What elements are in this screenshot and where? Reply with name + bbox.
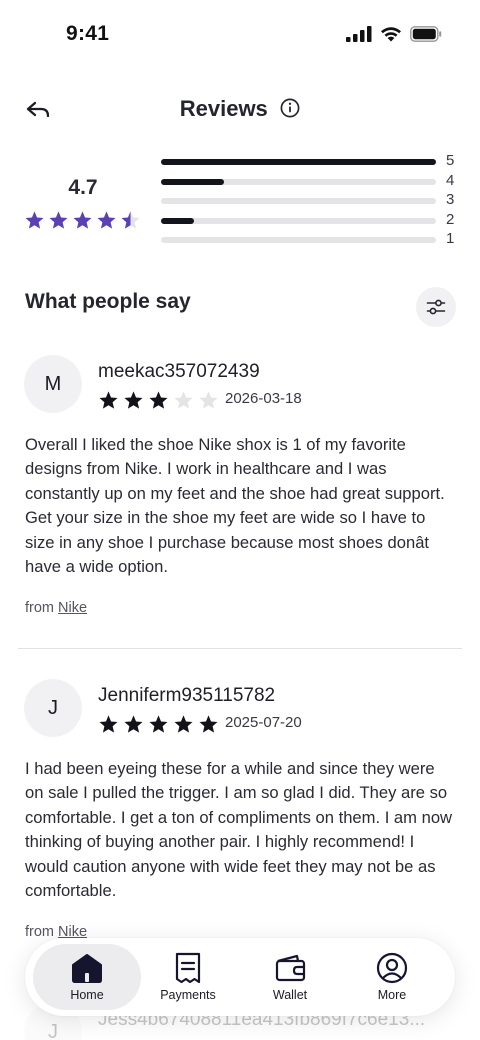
section-header: What people say — [0, 285, 480, 329]
star-icon — [149, 391, 168, 409]
status-bar: 9:41 — [0, 0, 480, 70]
rating-bar-track — [161, 217, 436, 224]
home-icon — [72, 954, 102, 983]
star-icon — [124, 715, 143, 733]
rating-bar-label: 1 — [446, 230, 455, 247]
review-stars — [98, 714, 219, 735]
nav-more[interactable]: More — [338, 944, 446, 1010]
review-source: from Nike — [25, 600, 87, 616]
star-icon — [199, 715, 218, 733]
user-circle-icon — [376, 952, 408, 984]
rating-bar-label: 5 — [446, 152, 455, 169]
wallet-icon — [275, 954, 306, 982]
bottom-nav: Home Payments Wallet More — [25, 938, 455, 1016]
star-icon — [124, 391, 143, 409]
rating-bar-fill — [161, 178, 225, 185]
star-icon — [149, 715, 168, 733]
average-rating: 4.7 — [68, 176, 98, 199]
page-title: Reviews — [179, 96, 268, 121]
star-icon — [121, 211, 140, 229]
sliders-icon — [426, 299, 446, 315]
rating-bar-track — [161, 237, 436, 243]
battery-icon — [410, 26, 442, 42]
divider — [18, 648, 462, 649]
receipt-icon — [175, 952, 201, 984]
filter-button[interactable] — [416, 287, 456, 327]
nav-label: Wallet — [272, 988, 308, 1002]
review-card: J Jenniferm935115782 2025-07-20 I had be… — [0, 679, 480, 949]
nav-home[interactable]: Home — [33, 944, 141, 1010]
rating-bar-fill — [161, 159, 436, 165]
status-time: 9:41 — [66, 22, 110, 45]
rating-distribution: 5 4 3 2 1 — [161, 152, 461, 252]
rating-summary: 4.7 5 4 3 2 1 — [0, 148, 480, 253]
rating-bar-label: 2 — [446, 210, 455, 228]
info-icon[interactable] — [280, 98, 300, 118]
average-stars — [24, 210, 141, 231]
nav-label: More — [377, 988, 407, 1002]
star-icon — [73, 211, 92, 229]
rating-bar-fill — [161, 217, 194, 224]
status-icons — [346, 26, 442, 42]
nav-payments[interactable]: Payments — [134, 944, 242, 1010]
star-icon — [97, 211, 116, 229]
reviewer-name: Jenniferm935115782 — [98, 685, 276, 706]
star-icon — [49, 211, 68, 229]
rating-bar-row: 1 — [161, 230, 461, 252]
nav-wallet[interactable]: Wallet — [236, 944, 344, 1010]
review-card: M meekac357072439 2026-03-18 Overall I l… — [0, 355, 480, 625]
rating-bar-label: 3 — [446, 191, 455, 208]
star-icon — [99, 715, 118, 733]
source-link[interactable]: Nike — [58, 600, 87, 616]
signal-icon — [346, 26, 372, 42]
review-text: I had been eyeing these for a while and … — [25, 759, 453, 901]
from-label: from — [25, 924, 54, 940]
nav-label: Payments — [160, 988, 216, 1002]
header: Reviews — [0, 84, 480, 136]
section-title: What people say — [25, 290, 191, 313]
reviewer-name: meekac357072439 — [98, 361, 260, 382]
rating-bar-row: 3 — [161, 191, 461, 213]
review-date: 2025-07-20 — [225, 714, 302, 731]
rating-bar-row: 2 — [161, 210, 461, 233]
star-icon — [174, 391, 193, 409]
rating-bar-row: 5 — [161, 152, 461, 174]
rating-bar-label: 4 — [446, 171, 455, 189]
review-text: Overall I liked the shoe Nike shox is 1 … — [25, 435, 445, 577]
review-date: 2026-03-18 — [225, 390, 302, 407]
star-icon — [25, 211, 44, 229]
from-label: from — [25, 600, 54, 616]
star-icon — [199, 391, 218, 409]
rating-bar-row: 4 — [161, 171, 461, 194]
star-icon — [99, 391, 118, 409]
nav-label: Home — [70, 988, 104, 1002]
avatar: M — [24, 355, 82, 413]
star-icon — [174, 715, 193, 733]
avatar: J — [24, 679, 82, 737]
rating-bar-track — [161, 159, 436, 165]
review-stars — [98, 390, 219, 411]
rating-bar-track — [161, 178, 436, 185]
wifi-icon — [381, 27, 401, 42]
rating-bar-track — [161, 198, 436, 204]
